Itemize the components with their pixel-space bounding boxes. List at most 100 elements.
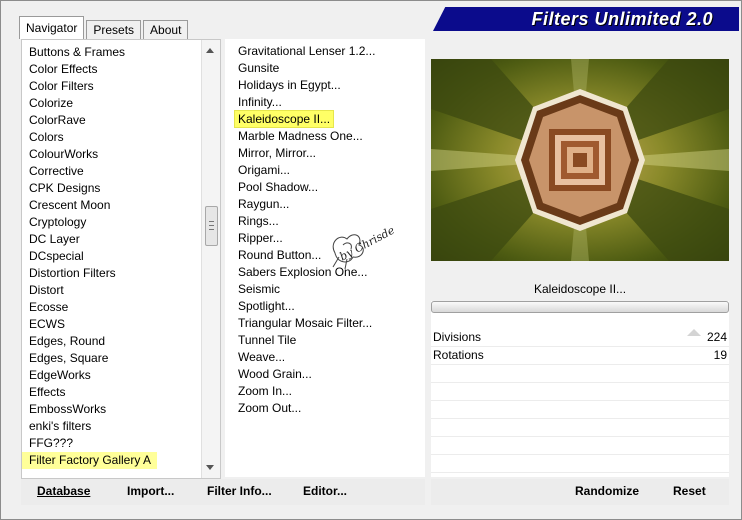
filter-item-label: Spotlight... xyxy=(238,299,295,313)
left-button-bar: Database Import... Filter Info... Editor… xyxy=(21,479,425,505)
filter-item[interactable]: Mirror, Mirror... xyxy=(231,145,425,162)
category-item[interactable]: Ecosse xyxy=(22,299,200,316)
category-item[interactable]: Effects xyxy=(22,384,200,401)
editor-button[interactable]: Editor... xyxy=(303,484,347,498)
filter-item[interactable]: Origami... xyxy=(231,162,425,179)
filter-item[interactable]: Holidays in Egypt... xyxy=(231,77,425,94)
category-item[interactable]: Cryptology xyxy=(22,214,200,231)
tab-navigator[interactable]: Navigator xyxy=(19,16,85,39)
scroll-down-arrow-icon[interactable] xyxy=(206,465,214,470)
parameter-list: Divisions 224 Rotations 19 xyxy=(431,329,729,473)
filter-item-label: Raygun... xyxy=(238,197,290,211)
filter-item-label: Weave... xyxy=(238,350,286,364)
filter-item-label: Triangular Mosaic Filter... xyxy=(238,316,373,330)
filter-item-label: Gunsite xyxy=(238,61,280,75)
filter-item-label: Ripper... xyxy=(238,231,283,245)
app-title: Filters Unlimited 2.0 xyxy=(531,9,713,29)
filter-item[interactable]: Raygun... xyxy=(231,196,425,213)
progress-bar xyxy=(431,301,729,313)
category-item[interactable]: Buttons & Frames xyxy=(22,44,200,61)
filter-item-label: Holidays in Egypt... xyxy=(238,78,341,92)
filter-item[interactable]: Pool Shadow... xyxy=(231,179,425,196)
param-value[interactable]: 224 xyxy=(707,329,727,346)
preview-image xyxy=(431,59,729,261)
filter-item[interactable]: Infinity... xyxy=(231,94,425,111)
filter-item-label: Marble Madness One... xyxy=(238,129,363,143)
database-button[interactable]: Database xyxy=(37,484,90,498)
filter-item-label: Origami... xyxy=(238,163,291,177)
filter-item-label: Infinity... xyxy=(238,95,282,109)
filter-item[interactable]: Zoom Out... xyxy=(231,400,425,417)
brand-banner: Filters Unlimited 2.0 xyxy=(433,7,739,31)
param-row-divisions[interactable]: Divisions 224 xyxy=(431,329,729,347)
filters-unlimited-window: Navigator Presets About Filters Unlimite… xyxy=(0,0,742,520)
category-item[interactable]: Edges, Round xyxy=(22,333,200,350)
category-item[interactable]: Colorize xyxy=(22,95,200,112)
filter-item[interactable]: Kaleidoscope II... xyxy=(231,110,425,128)
filter-info-button[interactable]: Filter Info... xyxy=(207,484,272,498)
category-item[interactable]: Corrective xyxy=(22,163,200,180)
category-item[interactable]: EdgeWorks xyxy=(22,367,200,384)
param-name: Rotations xyxy=(433,348,484,362)
reset-button[interactable]: Reset xyxy=(673,484,706,498)
filter-item-label: Round Button... xyxy=(238,248,322,262)
selected-filter-name: Kaleidoscope II... xyxy=(431,277,729,301)
category-item[interactable]: Filter Factory Gallery A xyxy=(22,452,158,469)
category-item[interactable]: FFG??? xyxy=(22,435,200,452)
tab-presets[interactable]: Presets xyxy=(86,20,142,39)
category-item[interactable]: DC Layer xyxy=(22,231,200,248)
empty-param-row xyxy=(431,437,729,455)
filter-item[interactable]: Tunnel Tile xyxy=(231,332,425,349)
filter-item[interactable]: Seismic xyxy=(231,281,425,298)
empty-param-row xyxy=(431,419,729,437)
category-panel: Buttons & Frames Color Effects Color Filte… xyxy=(21,39,221,479)
filter-item[interactable]: Marble Madness One... xyxy=(231,128,425,145)
filter-item[interactable]: Gunsite xyxy=(231,60,425,77)
filter-item[interactable]: Weave... xyxy=(231,349,425,366)
filter-item[interactable]: Gravitational Lenser 1.2... xyxy=(231,43,425,60)
category-item[interactable]: DCspecial xyxy=(22,248,200,265)
category-item[interactable]: CPK Designs xyxy=(22,180,200,197)
filter-item-label: Pool Shadow... xyxy=(238,180,319,194)
parameters-panel: Kaleidoscope II... Divisions 224 Rotatio… xyxy=(431,277,729,477)
filter-item[interactable]: Triangular Mosaic Filter... xyxy=(231,315,425,332)
param-name: Divisions xyxy=(433,330,482,344)
category-list[interactable]: Buttons & Frames Color Effects Color Filte… xyxy=(22,44,200,478)
category-item[interactable]: Distortion Filters xyxy=(22,265,200,282)
filter-item-label: Wood Grain... xyxy=(238,367,312,381)
filter-item[interactable]: Zoom In... xyxy=(231,383,425,400)
filter-item-label: Zoom Out... xyxy=(238,401,302,415)
category-scrollbar[interactable] xyxy=(201,40,220,478)
category-item[interactable]: Color Filters xyxy=(22,78,200,95)
category-item[interactable]: Colors xyxy=(22,129,200,146)
empty-param-row xyxy=(431,383,729,401)
category-item[interactable]: Edges, Square xyxy=(22,350,200,367)
scroll-thumb[interactable] xyxy=(205,206,218,246)
filter-item[interactable]: Spotlight... xyxy=(231,298,425,315)
param-row-rotations[interactable]: Rotations 19 xyxy=(431,347,729,365)
randomize-button[interactable]: Randomize xyxy=(575,484,639,498)
tab-about[interactable]: About xyxy=(143,20,189,39)
filter-item-label: Tunnel Tile xyxy=(238,333,297,347)
empty-param-row xyxy=(431,365,729,383)
category-item[interactable]: enki's filters xyxy=(22,418,200,435)
category-item[interactable]: ColorRave xyxy=(22,112,200,129)
import-button[interactable]: Import... xyxy=(127,484,174,498)
category-item[interactable]: Crescent Moon xyxy=(22,197,200,214)
database-label: Database xyxy=(37,484,91,498)
filter-item-label: Gravitational Lenser 1.2... xyxy=(238,44,376,58)
watermark-stamp: by Chrisde xyxy=(323,223,403,273)
category-item[interactable]: ColourWorks xyxy=(22,146,200,163)
category-item[interactable]: ECWS xyxy=(22,316,200,333)
tab-strip: Navigator Presets About xyxy=(19,16,190,39)
filter-item-label: Kaleidoscope II... xyxy=(233,110,335,128)
category-item[interactable]: Distort xyxy=(22,282,200,299)
filter-item[interactable]: Wood Grain... xyxy=(231,366,425,383)
filter-item-label: Zoom In... xyxy=(238,384,293,398)
param-value[interactable]: 19 xyxy=(714,347,727,364)
right-button-bar: Randomize Reset xyxy=(431,479,729,505)
category-item[interactable]: EmbossWorks xyxy=(22,401,200,418)
category-item[interactable]: Color Effects xyxy=(22,61,200,78)
filter-item-label: Rings... xyxy=(238,214,279,228)
scroll-up-arrow-icon[interactable] xyxy=(206,48,214,53)
